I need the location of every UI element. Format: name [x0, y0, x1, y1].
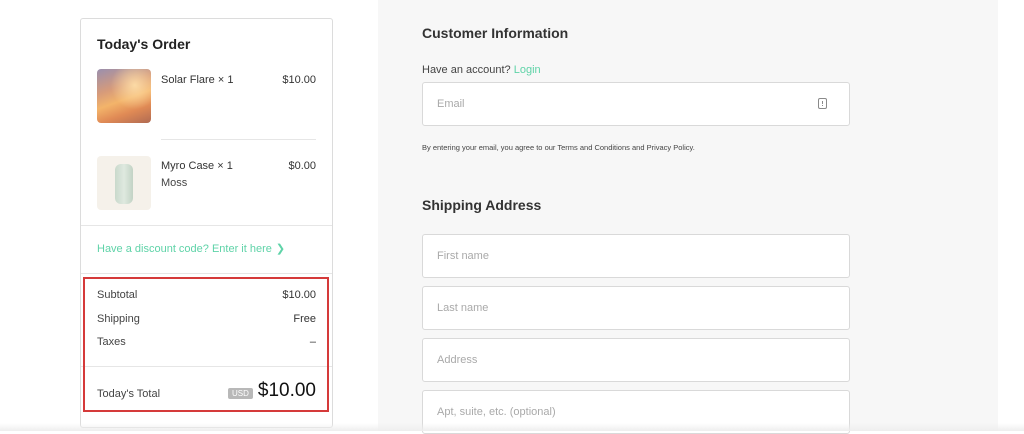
- info-icon: [818, 98, 827, 109]
- shipping-address-title: Shipping Address: [422, 197, 542, 213]
- terms-text: By entering your email, you agree to our…: [422, 143, 695, 152]
- discount-link-label: Have a discount code? Enter it here: [97, 243, 272, 255]
- email-field[interactable]: [423, 83, 811, 125]
- email-field-wrapper: [422, 82, 850, 126]
- item-price: $10.00: [282, 74, 316, 86]
- chevron-right-icon: ❯: [275, 243, 286, 255]
- product-thumbnail-solar-flare: [97, 69, 151, 123]
- item-divider: [161, 139, 316, 140]
- item-variant: Moss: [161, 177, 188, 189]
- page-bottom-shadow: [0, 423, 1024, 431]
- address-wrapper: [422, 338, 850, 382]
- section-divider: [81, 225, 332, 226]
- item-name: Solar Flare × 1: [161, 74, 234, 86]
- login-link[interactable]: Login: [514, 64, 541, 76]
- last-name-wrapper: [422, 286, 850, 330]
- order-title: Today's Order: [97, 36, 191, 52]
- summary-highlight-box: [83, 277, 329, 412]
- section-divider: [81, 273, 332, 274]
- first-name-field[interactable]: [423, 235, 811, 277]
- last-name-field[interactable]: [423, 287, 811, 329]
- account-prompt: Have an account? Login: [422, 64, 541, 76]
- item-price: $0.00: [288, 160, 316, 172]
- case-image-icon: [115, 164, 133, 204]
- customer-info-title: Customer Information: [422, 25, 569, 41]
- first-name-wrapper: [422, 234, 850, 278]
- address-field[interactable]: [423, 339, 811, 381]
- product-thumbnail-myro-case: [97, 156, 151, 210]
- item-name: Myro Case × 1: [161, 160, 233, 172]
- discount-code-link[interactable]: Have a discount code? Enter it here ❯: [97, 242, 285, 255]
- account-prompt-text: Have an account?: [422, 64, 511, 76]
